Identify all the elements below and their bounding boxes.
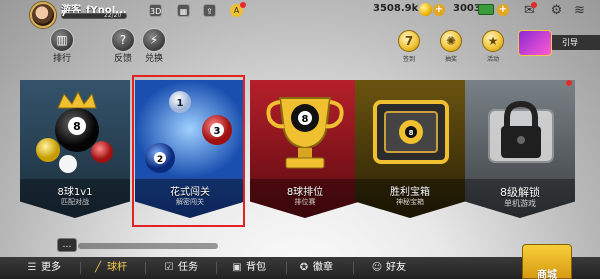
card-title: 胜利宝箱 xyxy=(390,187,430,198)
card-title: 8球1v1 xyxy=(57,187,93,198)
trophy-icon: 8 xyxy=(250,80,360,178)
highlight-box xyxy=(132,75,245,227)
ranking-label: 排行 xyxy=(52,54,71,64)
friends-icon: ☺ xyxy=(371,262,383,273)
chat-icon: … xyxy=(62,240,72,250)
card-title: 8球排位 xyxy=(286,187,324,198)
nav-label: 更多 xyxy=(41,262,61,273)
svg-text:8: 8 xyxy=(302,114,309,125)
menu-icon: ☰ xyxy=(27,262,37,273)
nav-cue[interactable]: ╱ 球杆 xyxy=(92,260,127,276)
badge-icon: ✪ xyxy=(299,262,309,273)
nav-divider xyxy=(80,262,81,274)
ranking-button[interactable]: ▥ xyxy=(50,28,74,52)
cash-icon xyxy=(478,4,494,15)
upload-icon[interactable]: ⇪ xyxy=(203,4,216,17)
lottery-icon: ✺ xyxy=(445,34,457,48)
event-button[interactable]: ★ xyxy=(482,30,504,52)
mode-card-victory-chest[interactable]: 8 胜利宝箱 神秘宝箱 xyxy=(355,80,465,218)
guide-button[interactable]: 引导 xyxy=(552,35,600,50)
card-subtitle: 神秘宝箱 xyxy=(396,198,424,206)
chest-icon: 8 xyxy=(355,80,465,178)
checkin-icon: 7 xyxy=(404,34,414,48)
nav-divider xyxy=(286,262,287,274)
lottery-button[interactable]: ✺ xyxy=(440,30,462,52)
nav-label: 徽章 xyxy=(313,262,333,273)
checkin-button[interactable]: 7 xyxy=(398,30,420,52)
notification-dot xyxy=(240,2,246,8)
ranking-icon: ▥ xyxy=(56,33,68,47)
nav-label: 好友 xyxy=(386,262,406,273)
chat-preview-bar[interactable] xyxy=(78,243,218,249)
mail-notification-dot xyxy=(531,2,537,8)
nav-divider xyxy=(145,262,146,274)
nav-more[interactable]: ☰ 更多 xyxy=(26,260,61,276)
lottery-label: 抽奖 xyxy=(444,56,457,63)
wifi-icon: ≋ xyxy=(574,3,585,18)
card-subtitle: 排位赛 xyxy=(294,198,316,206)
promo-banner[interactable] xyxy=(518,30,552,56)
settings-gear-icon[interactable]: ⚙ xyxy=(549,3,564,18)
nav-bag[interactable]: ▣ 背包 xyxy=(231,260,266,276)
exchange-button[interactable]: ⚡ xyxy=(142,28,166,52)
cash-balance: 3003 xyxy=(453,3,481,14)
player-level: 7 xyxy=(61,9,67,18)
coin-balance: 3508.9k xyxy=(373,3,419,14)
nav-badges[interactable]: ✪ 徽章 xyxy=(298,260,333,276)
feedback-icon: ? xyxy=(119,33,127,47)
cue-icon: ╱ xyxy=(94,262,102,273)
add-coins-button[interactable]: + xyxy=(433,4,445,16)
card-subtitle: 单机游戏 xyxy=(504,199,536,208)
coin-icon xyxy=(419,3,432,16)
add-cash-button[interactable]: + xyxy=(497,4,509,16)
svg-text:8: 8 xyxy=(73,120,81,133)
event-icon: ★ xyxy=(487,34,499,48)
event-label: 活动 xyxy=(486,56,499,63)
8ball-crown-icon: 8 xyxy=(20,80,130,178)
checkin-label: 签到 xyxy=(402,56,415,63)
3d-toggle-icon[interactable]: 3D xyxy=(149,4,162,17)
nav-divider xyxy=(353,262,354,274)
mode-card-ranked[interactable]: 8 8球排位 排位赛 xyxy=(250,80,360,218)
card-subtitle: 匹配对战 xyxy=(61,198,89,206)
card-notification-dot xyxy=(566,80,572,86)
grid-icon[interactable]: ▦ xyxy=(177,4,190,17)
exchange-label: 兑换 xyxy=(144,54,163,64)
exchange-icon: ⚡ xyxy=(149,33,159,47)
lock-icon xyxy=(465,80,575,178)
player-xp: 22/20 xyxy=(104,12,122,19)
shop-label: 商城 xyxy=(537,270,557,279)
mode-card-single-player-locked[interactable]: 8级解锁 单机游戏 xyxy=(465,80,575,218)
mode-card-1v1[interactable]: 8 8球1v1 匹配对战 xyxy=(20,80,130,218)
nav-label: 任务 xyxy=(178,262,198,273)
nav-divider xyxy=(216,262,217,274)
task-icon: ☑ xyxy=(164,262,174,273)
player-avatar[interactable] xyxy=(30,2,56,28)
nav-label: 球杆 xyxy=(107,262,127,273)
nav-tasks[interactable]: ☑ 任务 xyxy=(163,260,198,276)
chat-button[interactable]: … xyxy=(57,238,77,252)
svg-text:8: 8 xyxy=(409,129,414,137)
feedback-button[interactable]: ? xyxy=(111,28,135,52)
bag-icon: ▣ xyxy=(232,262,242,273)
nav-friends[interactable]: ☺ 好友 xyxy=(371,260,406,276)
nav-label: 背包 xyxy=(246,262,266,273)
